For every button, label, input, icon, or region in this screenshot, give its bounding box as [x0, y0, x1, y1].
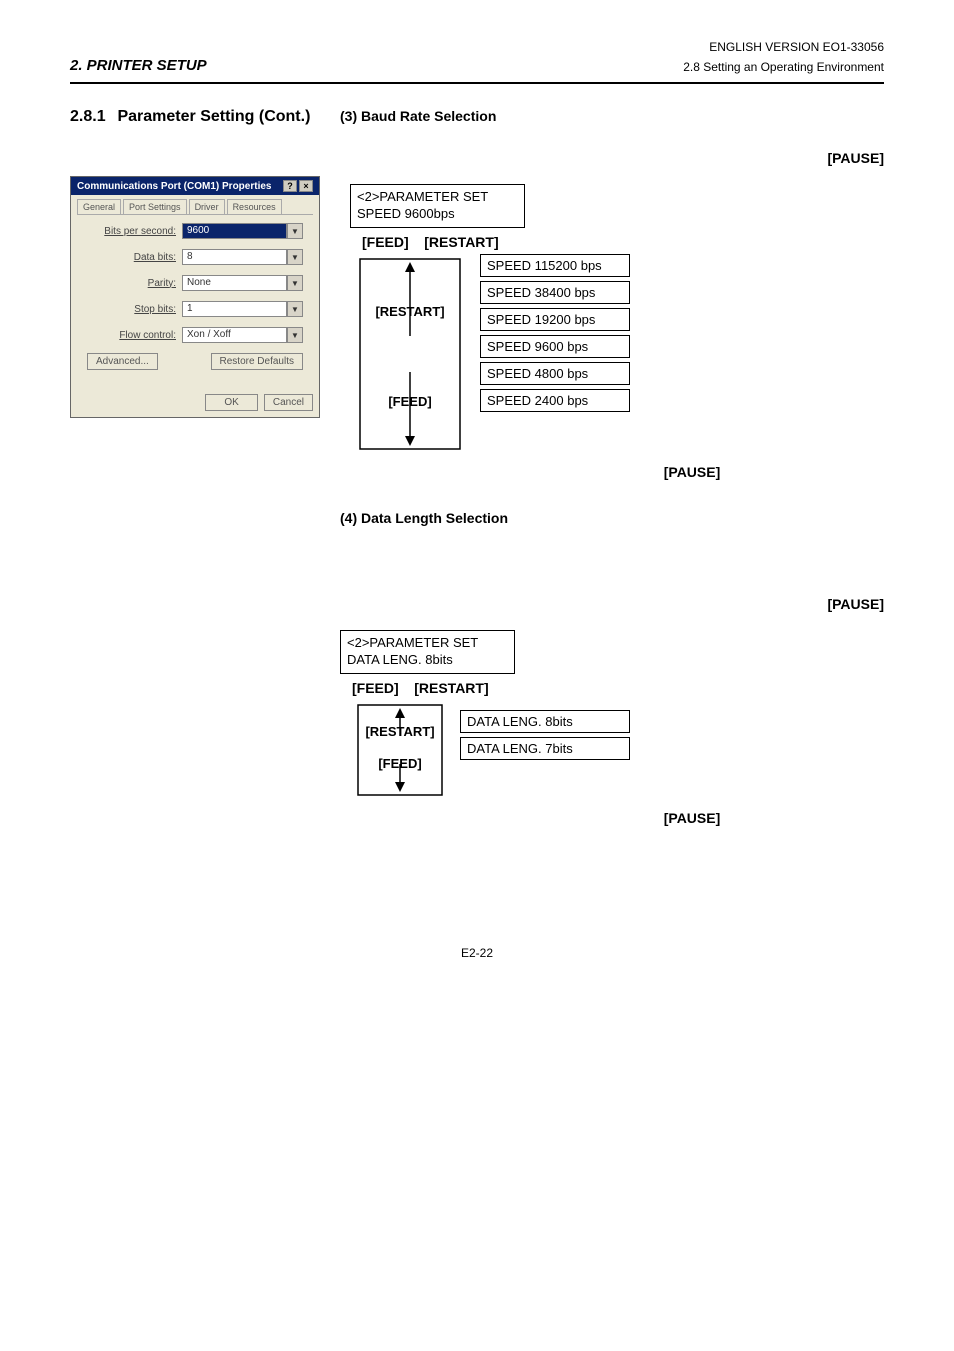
label-stopbits: Stop bits:	[87, 304, 182, 315]
section4-heading: (4) Data Length Selection	[340, 510, 884, 526]
label-parity: Parity:	[87, 278, 182, 289]
combo-databits-value: 8	[182, 249, 287, 265]
dialog-tabs: General Port Settings Driver Resources	[71, 195, 319, 214]
help-icon[interactable]: ?	[283, 180, 297, 192]
tab-port-settings[interactable]: Port Settings	[123, 199, 187, 214]
close-icon[interactable]: ×	[299, 180, 313, 192]
section4-pause-top: [PAUSE]	[340, 596, 884, 612]
section3-pause-bottom: [PAUSE]	[500, 464, 884, 480]
header-right-top: ENGLISH VERSION EO1-33056	[683, 40, 884, 54]
section4-lcd: <2>PARAMETER SET DATA LENG. 8bits	[340, 630, 515, 674]
header-left: 2. PRINTER SETUP	[70, 57, 207, 74]
tab-resources[interactable]: Resources	[227, 199, 282, 214]
speed-option: SPEED 4800 bps	[480, 362, 630, 385]
section4-pause-bottom: [PAUSE]	[500, 810, 884, 826]
chevron-down-icon[interactable]: ▼	[287, 249, 303, 265]
advanced-button[interactable]: Advanced...	[87, 353, 158, 370]
section4-feed-restart: [FEED] [RESTART]	[352, 680, 884, 696]
combo-databits[interactable]: 8 ▼	[182, 249, 303, 265]
updown-arrow-icon	[350, 254, 470, 454]
section-title: Parameter Setting (Cont.)	[117, 108, 310, 125]
label-bps: Bits per second:	[87, 226, 182, 237]
section3-pause-top: [PAUSE]	[340, 150, 884, 166]
document-page: 2. PRINTER SETUP ENGLISH VERSION EO1-330…	[0, 0, 954, 1000]
chevron-down-icon[interactable]: ▼	[287, 327, 303, 343]
header-right: ENGLISH VERSION EO1-33056 2.8 Setting an…	[683, 40, 884, 74]
restore-defaults-button[interactable]: Restore Defaults	[211, 353, 303, 370]
combo-flow-value: Xon / Xoff	[182, 327, 287, 343]
row-parity: Parity: None ▼	[87, 275, 303, 291]
combo-parity-value: None	[182, 275, 287, 291]
speed-option: SPEED 9600 bps	[480, 335, 630, 358]
section4-arrow-options: [RESTART] [FEED] DATA LENG. 8bits DATA L…	[340, 700, 884, 800]
feed-side-label: [FEED]	[340, 756, 460, 771]
section-number: 2.8.1	[70, 108, 106, 125]
feed-label: [FEED]	[362, 234, 409, 250]
datalen-option: DATA LENG. 7bits	[460, 737, 630, 760]
page-number: E2-22	[70, 946, 884, 960]
header-right-sub: 2.8 Setting an Operating Environment	[683, 60, 884, 74]
chevron-down-icon[interactable]: ▼	[287, 275, 303, 291]
dialog-title-buttons: ? ×	[283, 180, 313, 192]
section3-arrow-column: [RESTART] [FEED]	[340, 254, 480, 454]
section3-lcd: <2>PARAMETER SET SPEED 9600bps	[350, 184, 525, 228]
tab-general[interactable]: General	[77, 199, 121, 214]
left-column: 2.8.1 Parameter Setting (Cont.) Communic…	[70, 108, 320, 418]
dialog-inner-buttons: Advanced... Restore Defaults	[87, 353, 303, 370]
chevron-down-icon[interactable]: ▼	[287, 301, 303, 317]
row-flow: Flow control: Xon / Xoff ▼	[87, 327, 303, 343]
combo-parity[interactable]: None ▼	[182, 275, 303, 291]
header-divider	[70, 82, 884, 84]
section3-arrow-options: [RESTART] [FEED] SPEED 115200 bps SPEED …	[340, 254, 884, 454]
lcd-line1: <2>PARAMETER SET	[357, 189, 518, 206]
restart-side-label: [RESTART]	[340, 724, 460, 739]
ok-button[interactable]: OK	[205, 394, 257, 411]
chevron-down-icon[interactable]: ▼	[287, 223, 303, 239]
row-stopbits: Stop bits: 1 ▼	[87, 301, 303, 317]
lcd-line2: DATA LENG. 8bits	[347, 652, 508, 669]
restart-label: [RESTART]	[414, 680, 488, 696]
restart-side-label: [RESTART]	[340, 304, 480, 319]
section-heading-left: 2.8.1 Parameter Setting (Cont.)	[70, 108, 320, 126]
row-databits: Data bits: 8 ▼	[87, 249, 303, 265]
page-header: 2. PRINTER SETUP ENGLISH VERSION EO1-330…	[70, 40, 884, 74]
combo-stopbits[interactable]: 1 ▼	[182, 301, 303, 317]
combo-bps[interactable]: 9600 ▼	[182, 223, 303, 239]
dialog-body: Bits per second: 9600 ▼ Data bits:	[77, 214, 313, 382]
lcd-line2: SPEED 9600bps	[357, 206, 518, 223]
section4-arrow-column: [RESTART] [FEED]	[340, 700, 460, 800]
speed-option: SPEED 38400 bps	[480, 281, 630, 304]
label-flow: Flow control:	[87, 330, 182, 341]
com-port-dialog: Communications Port (COM1) Properties ? …	[70, 176, 320, 418]
updown-arrow-icon	[350, 700, 450, 800]
section4-options: DATA LENG. 8bits DATA LENG. 7bits	[460, 700, 884, 764]
dialog-titlebar: Communications Port (COM1) Properties ? …	[71, 177, 319, 195]
combo-stopbits-value: 1	[182, 301, 287, 317]
feed-side-label: [FEED]	[340, 394, 480, 409]
combo-flow[interactable]: Xon / Xoff ▼	[182, 327, 303, 343]
speed-option: SPEED 19200 bps	[480, 308, 630, 331]
label-databits: Data bits:	[87, 252, 182, 263]
speed-option: SPEED 2400 bps	[480, 389, 630, 412]
section3-feed-restart: [FEED] [RESTART]	[362, 234, 884, 250]
speed-option: SPEED 115200 bps	[480, 254, 630, 277]
dialog-title-text: Communications Port (COM1) Properties	[77, 181, 271, 192]
section3-heading: (3) Baud Rate Selection	[340, 108, 884, 124]
lcd-line1: <2>PARAMETER SET	[347, 635, 508, 652]
top-columns: 2.8.1 Parameter Setting (Cont.) Communic…	[70, 108, 884, 826]
section3-options: SPEED 115200 bps SPEED 38400 bps SPEED 1…	[480, 254, 884, 416]
combo-bps-value: 9600	[182, 223, 287, 239]
row-bps: Bits per second: 9600 ▼	[87, 223, 303, 239]
right-column: (3) Baud Rate Selection [PAUSE] <2>PARAM…	[340, 108, 884, 826]
cancel-button[interactable]: Cancel	[264, 394, 313, 411]
dialog-footer: OK Cancel	[71, 388, 319, 417]
datalen-option: DATA LENG. 8bits	[460, 710, 630, 733]
tab-driver[interactable]: Driver	[189, 199, 225, 214]
feed-label: [FEED]	[352, 680, 399, 696]
restart-label: [RESTART]	[424, 234, 498, 250]
